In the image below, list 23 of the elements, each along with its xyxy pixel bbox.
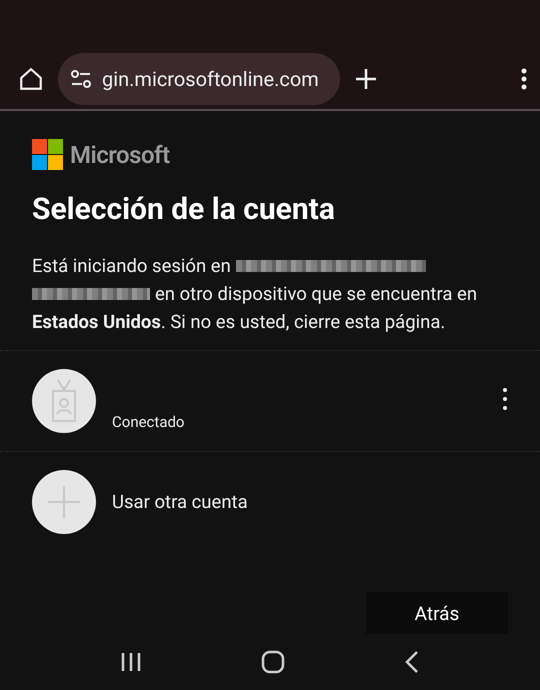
menu-button[interactable]	[520, 66, 528, 91]
id-badge-icon	[50, 379, 78, 424]
account-status: Conectado	[112, 413, 186, 432]
home-button[interactable]	[18, 66, 44, 92]
account-label: Usar otra cuenta	[112, 491, 248, 514]
back-nav-button[interactable]	[404, 650, 420, 674]
site-settings-icon	[70, 70, 92, 88]
address-bar[interactable]: gin.microsoftonline.com	[58, 52, 340, 105]
message-text: Está iniciando sesión en	[32, 254, 231, 280]
more-options-button[interactable]	[502, 387, 508, 412]
home-nav-button[interactable]	[260, 650, 285, 674]
message-text: en otro dispositivo que se encuentra en	[155, 282, 478, 308]
new-tab-button[interactable]	[354, 66, 378, 91]
plus-icon	[48, 486, 80, 518]
account-row[interactable]: Conectado	[0, 350, 540, 452]
brand-name: Microsoft	[70, 140, 170, 169]
account-row[interactable]: Usar otra cuenta	[0, 452, 540, 552]
url-text: gin.microsoftonline.com	[102, 66, 319, 91]
recent-apps-button[interactable]	[120, 651, 142, 674]
logo-icon	[32, 139, 63, 170]
message-text: Estados Unidos. Si no es usted, cierre esta página.	[32, 310, 446, 336]
page-title: Selección de la cuenta	[32, 192, 336, 228]
back-button[interactable]: Atrás	[366, 592, 508, 634]
